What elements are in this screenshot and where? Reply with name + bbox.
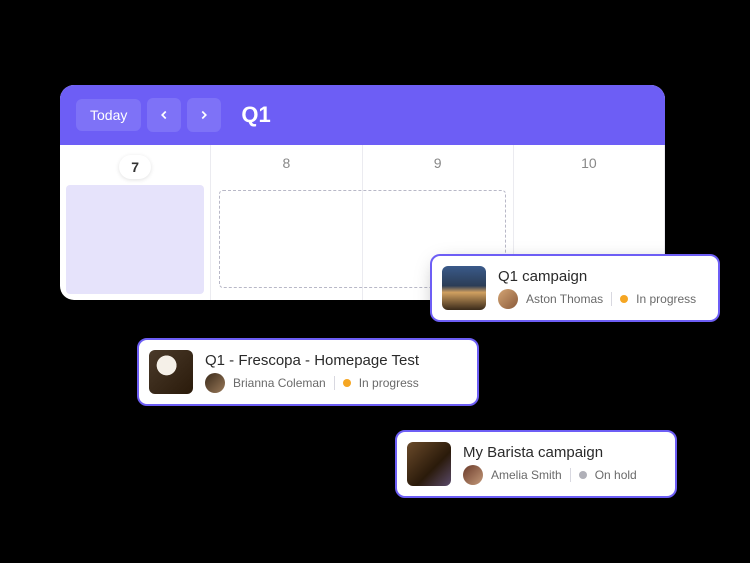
day-number-selected: 7	[119, 155, 151, 179]
meta-divider	[611, 292, 612, 306]
selected-day-highlight	[66, 185, 204, 294]
avatar	[463, 465, 483, 485]
campaign-card[interactable]: My Barista campaign Amelia Smith On hold	[395, 430, 677, 498]
campaign-meta: Brianna Coleman In progress	[205, 373, 419, 393]
campaign-thumbnail	[407, 442, 451, 486]
owner-name: Amelia Smith	[491, 468, 562, 482]
campaign-thumbnail	[149, 350, 193, 394]
avatar	[205, 373, 225, 393]
campaign-card-body: Q1 campaign Aston Thomas In progress	[498, 268, 696, 309]
calendar-header: Today Q1	[60, 85, 665, 145]
campaign-title: Q1 campaign	[498, 268, 696, 285]
next-button[interactable]	[187, 98, 221, 132]
campaign-title: My Barista campaign	[463, 444, 637, 461]
campaign-thumbnail	[442, 266, 486, 310]
today-button[interactable]: Today	[76, 99, 141, 131]
campaign-meta: Aston Thomas In progress	[498, 289, 696, 309]
prev-button[interactable]	[147, 98, 181, 132]
campaign-title: Q1 - Frescopa - Homepage Test	[205, 352, 419, 369]
campaign-card-body: My Barista campaign Amelia Smith On hold	[463, 444, 637, 485]
status-label: On hold	[595, 468, 637, 482]
chevron-right-icon	[197, 108, 211, 122]
quarter-title: Q1	[241, 102, 270, 128]
owner-name: Aston Thomas	[526, 292, 603, 306]
campaign-card-body: Q1 - Frescopa - Homepage Test Brianna Co…	[205, 352, 419, 393]
day-column[interactable]: 7	[60, 145, 211, 300]
status-label: In progress	[359, 376, 419, 390]
status-dot	[620, 295, 628, 303]
chevron-left-icon	[157, 108, 171, 122]
owner-name: Brianna Coleman	[233, 376, 326, 390]
status-label: In progress	[636, 292, 696, 306]
day-number: 10	[581, 155, 597, 171]
day-number: 9	[434, 155, 442, 171]
status-dot	[343, 379, 351, 387]
campaign-card[interactable]: Q1 campaign Aston Thomas In progress	[430, 254, 720, 322]
meta-divider	[334, 376, 335, 390]
campaign-meta: Amelia Smith On hold	[463, 465, 637, 485]
status-dot	[579, 471, 587, 479]
day-number: 8	[282, 155, 290, 171]
meta-divider	[570, 468, 571, 482]
campaign-card[interactable]: Q1 - Frescopa - Homepage Test Brianna Co…	[137, 338, 479, 406]
avatar	[498, 289, 518, 309]
